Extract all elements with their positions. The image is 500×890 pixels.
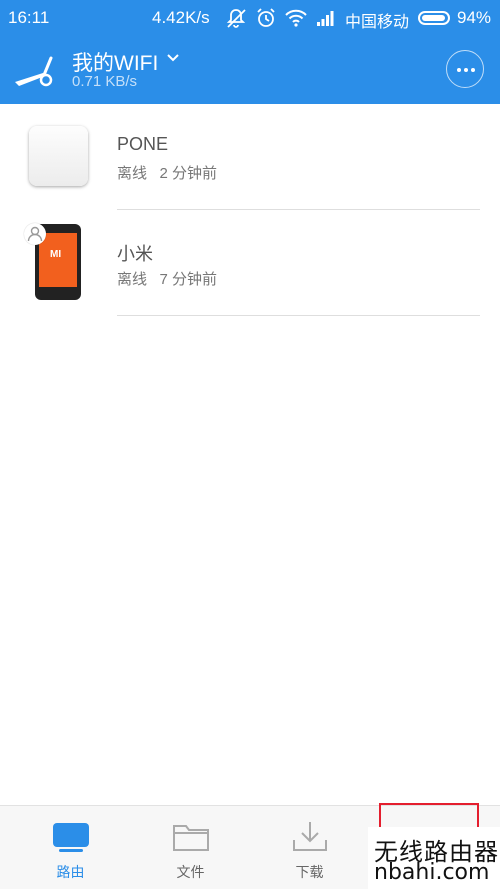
device-status: 离线 2 分钟前 xyxy=(117,165,218,182)
router-tv-icon xyxy=(53,823,89,852)
alarm-clock-icon xyxy=(257,8,275,27)
device-name: 小米 xyxy=(117,244,153,264)
tab-router[interactable]: 路由 xyxy=(8,806,133,890)
user-avatar-icon xyxy=(24,223,46,245)
network-speed: 0.71 KB/s xyxy=(72,73,138,90)
status-battery-percent: 94% xyxy=(457,8,492,27)
watermark-en: nbahi.com xyxy=(374,860,490,885)
router-box-icon xyxy=(29,126,88,186)
status-bar: 16:11 4.42K/s 中国移动 94% xyxy=(0,0,500,36)
divider xyxy=(117,315,480,316)
battery-icon xyxy=(418,11,450,25)
chevron-down-icon[interactable] xyxy=(166,53,180,63)
mute-bell-icon xyxy=(226,9,246,28)
device-item-pone[interactable]: PONE 离线 2 分钟前 xyxy=(0,104,500,210)
watermark: 无线路由器 nbahi.com xyxy=(368,827,500,889)
router-logo-icon xyxy=(15,56,53,87)
status-net-speed: 4.42K/s xyxy=(152,8,210,27)
more-options-button[interactable] xyxy=(446,50,484,88)
folder-icon xyxy=(173,825,209,851)
tab-files[interactable]: 文件 xyxy=(128,806,253,890)
app-header: 我的WIFI 0.71 KB/s xyxy=(0,36,500,104)
wifi-signal-icon xyxy=(285,9,307,27)
cellular-signal-icon xyxy=(317,11,334,26)
phone-brand-text: MI xyxy=(50,249,62,260)
status-time: 16:11 xyxy=(8,8,50,27)
tab-label: 路由 xyxy=(56,864,85,880)
device-status: 离线 7 分钟前 xyxy=(117,271,218,288)
tab-downloads[interactable]: 下载 xyxy=(247,806,372,890)
status-carrier: 中国移动 xyxy=(345,14,410,31)
download-icon xyxy=(293,822,327,851)
app-top-bar: 16:11 4.42K/s 中国移动 94% 我的WIFI 0.71 KB/s xyxy=(0,0,500,104)
tab-label: 文件 xyxy=(176,864,205,880)
tab-label: 下载 xyxy=(295,864,324,880)
device-name: PONE xyxy=(117,134,169,154)
device-item-xiaomi[interactable]: MI 小米 离线 7 分钟前 xyxy=(0,210,500,316)
